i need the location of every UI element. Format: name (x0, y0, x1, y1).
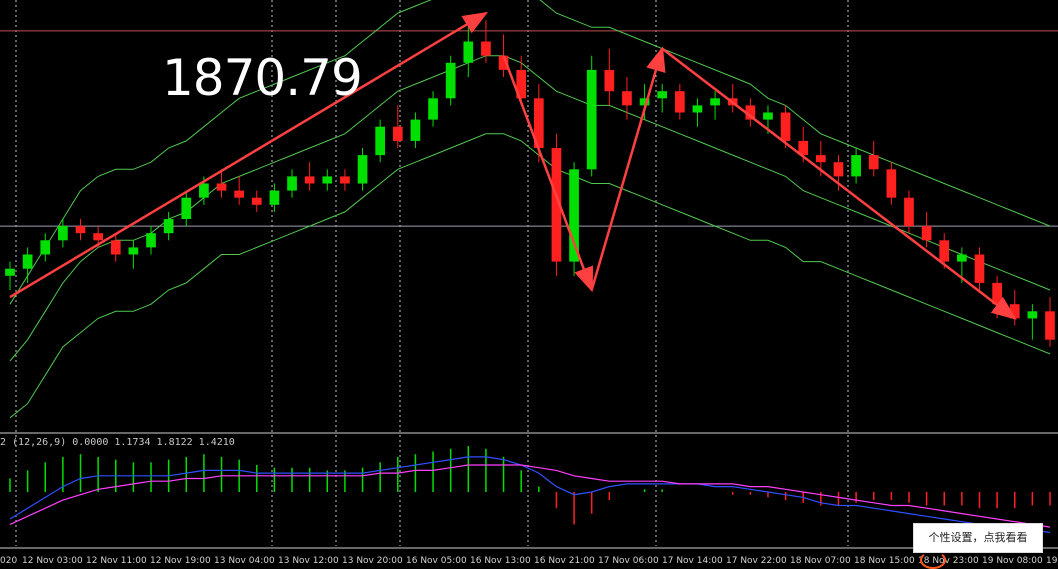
candle-body (886, 169, 897, 198)
candle-body (604, 69, 615, 92)
candle-body (816, 155, 826, 163)
x-tick-label: 19 Nov 08:00 (982, 556, 1043, 566)
candle-body (75, 226, 86, 234)
x-tick-label: 12 Nov 11:00 (86, 556, 147, 566)
x-tick-label: 17 Nov 22:00 (726, 556, 787, 566)
candle-body (234, 190, 244, 198)
x-tick-label: 18 Nov 15:00 (854, 556, 915, 566)
candle-body (904, 197, 914, 227)
candle-body (622, 91, 632, 106)
candle-body (40, 240, 51, 255)
x-tick-label: 16 Nov 13:00 (470, 556, 531, 566)
candle-body (710, 98, 720, 106)
candle-body (375, 126, 386, 156)
candle-body (340, 176, 350, 184)
x-tick-label: 13 Nov 12:00 (278, 556, 339, 566)
candle-body (58, 226, 68, 241)
candle-body (428, 98, 438, 120)
candle-body (481, 41, 491, 56)
candle-body (110, 240, 121, 255)
candle-body (445, 62, 456, 99)
indicator-label: 2 (12,26,9) 0.0000 1.1734 1.8122 1.4210 (0, 437, 235, 448)
x-tick-label: 16 Nov 05:00 (406, 556, 467, 566)
candle-body (939, 240, 950, 262)
macd-main-line (9, 456, 1051, 534)
candle-body (974, 254, 985, 283)
candle-body (181, 197, 192, 219)
candle-body (657, 91, 668, 99)
candle-body (569, 169, 579, 262)
candle-body (833, 162, 844, 177)
macd-signal-line (9, 464, 1051, 528)
x-tick-label: 12 Nov 03:00 (22, 556, 83, 566)
candle-body (304, 176, 315, 184)
x-tick-label: 17 Nov 14:00 (662, 556, 723, 566)
x-tick-label: 13 Nov 20:00 (342, 556, 403, 566)
candle-body (216, 183, 227, 191)
candle-body (463, 41, 474, 63)
candle-body (357, 155, 368, 184)
candle-body (1045, 311, 1055, 340)
orange-arc-icon (920, 551, 946, 569)
x-tick-label: 020 (0, 556, 17, 566)
candle-body (128, 247, 139, 255)
candle-body (410, 119, 421, 141)
candle-body (1027, 311, 1038, 319)
x-tick-label: 19 (1046, 556, 1058, 566)
candle-body (322, 176, 333, 184)
candle-body (22, 254, 33, 269)
candle-body (921, 226, 932, 241)
x-tick-label: 17 Nov 06:00 (598, 556, 659, 566)
x-tick-label: 13 Nov 04:00 (214, 556, 275, 566)
candle-body (692, 105, 703, 113)
price-annotation: 1870.79 (162, 49, 363, 107)
chart-canvas[interactable]: 020 12 Nov 03:00 12 Nov 11:00 12 Nov 19:00 1… (0, 0, 1058, 566)
x-tick-label: 16 Nov 21:00 (534, 556, 595, 566)
candle-body (957, 254, 967, 262)
candle-body (674, 91, 685, 113)
x-tick-label: 12 Nov 19:00 (150, 556, 211, 566)
candle-body (287, 176, 297, 191)
candle-body (586, 69, 597, 170)
candle-body (269, 190, 280, 205)
candle-body (5, 268, 15, 276)
candle-body (93, 233, 103, 241)
personalize-toast-button[interactable]: 个性设置，点我看看 (913, 523, 1043, 553)
candle-body (392, 126, 403, 141)
candle-body (199, 183, 209, 198)
candle-body (163, 219, 174, 234)
candle-body (780, 112, 791, 141)
candle-body (146, 233, 156, 248)
candle-body (251, 197, 262, 205)
x-tick-label: 18 Nov 07:00 (790, 556, 851, 566)
trend-arrow (661, 47, 1017, 320)
candle-body (868, 155, 879, 170)
bollinger-upper-line (9, 0, 1051, 305)
candle-body (763, 112, 773, 120)
candle-body (851, 155, 861, 177)
